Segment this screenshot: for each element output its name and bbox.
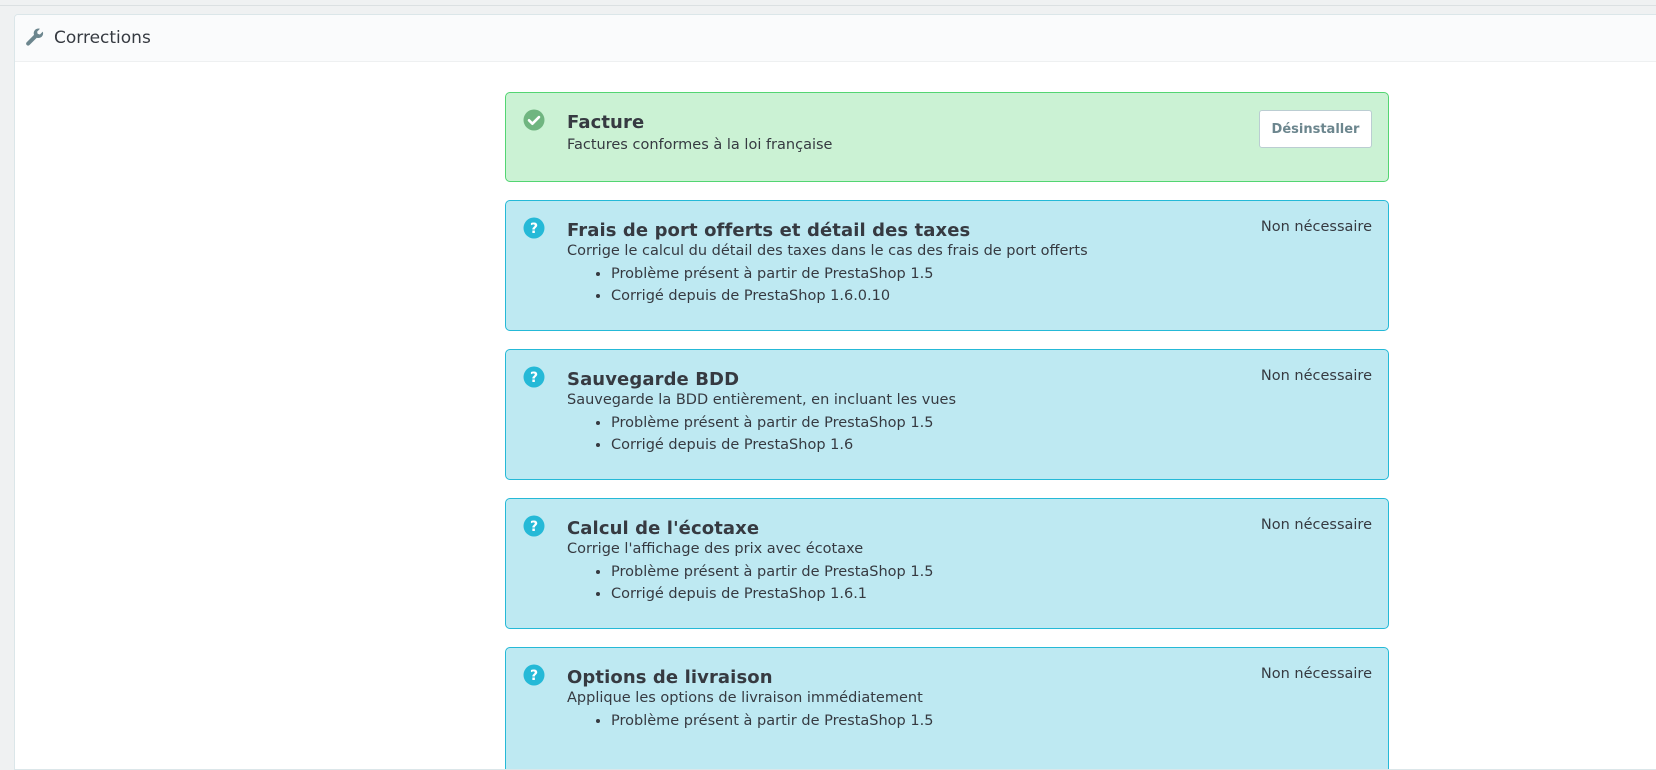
fix-details-list: Problème présent à partir de PrestaShop … [567, 710, 933, 732]
panel-title: Corrections [54, 28, 151, 48]
fix-facture: Facture Factures conformes à la loi fran… [505, 92, 1389, 182]
svg-text:?: ? [530, 668, 538, 684]
check-circle-icon [523, 109, 545, 131]
fix-description: Factures conformes à la loi française [567, 137, 833, 153]
list-item: Problème présent à partir de PrestaShop … [611, 263, 933, 285]
svg-text:?: ? [530, 221, 538, 237]
list-item: Corrigé depuis de PrestaShop 1.6.0.10 [611, 285, 933, 307]
fix-details-list: Problème présent à partir de PrestaShop … [567, 561, 933, 605]
fix-title: Calcul de l'écotaxe [567, 518, 760, 539]
fix-db-backup: ? Sauvegarde BDD Non nécessaire Sauvegar… [505, 349, 1389, 480]
question-circle-icon: ? [523, 515, 545, 537]
uninstall-button[interactable]: Désinstaller [1259, 110, 1372, 148]
list-item: Corrigé depuis de PrestaShop 1.6 [611, 434, 933, 456]
corrections-panel: Corrections Facture Factures conformes à… [14, 14, 1656, 770]
question-circle-icon: ? [523, 217, 545, 239]
fix-title: Sauvegarde BDD [567, 369, 740, 390]
fix-description: Applique les options de livraison immédi… [567, 690, 923, 706]
page-top-border [0, 0, 1656, 6]
fix-description: Corrige le calcul du détail des taxes da… [567, 243, 1088, 259]
list-item: Problème présent à partir de PrestaShop … [611, 412, 933, 434]
fix-description: Corrige l'affichage des prix avec écotax… [567, 541, 864, 557]
question-circle-icon: ? [523, 664, 545, 686]
fix-state: Non nécessaire [1260, 517, 1372, 533]
fix-ecotax: ? Calcul de l'écotaxe Non nécessaire Cor… [505, 498, 1389, 629]
fix-description: Sauvegarde la BDD entièrement, en inclua… [567, 392, 957, 408]
panel-heading: Corrections [15, 15, 1656, 62]
fix-title: Options de livraison [567, 667, 773, 688]
question-circle-icon: ? [523, 366, 545, 388]
fix-title: Facture [567, 112, 645, 133]
fix-free-shipping-taxes: ? Frais de port offerts et détail des ta… [505, 200, 1389, 331]
svg-text:?: ? [530, 370, 538, 386]
list-item: Problème présent à partir de PrestaShop … [611, 710, 933, 732]
wrench-icon [26, 28, 44, 46]
fix-delivery-options: ? Options de livraison Non nécessaire Ap… [505, 647, 1389, 769]
fix-title: Frais de port offerts et détail des taxe… [567, 220, 971, 241]
list-item: Problème présent à partir de PrestaShop … [611, 561, 933, 583]
svg-text:?: ? [530, 519, 538, 535]
fix-details-list: Problème présent à partir de PrestaShop … [567, 263, 933, 307]
fix-state: Non nécessaire [1260, 219, 1372, 235]
list-item: Corrigé depuis de PrestaShop 1.6.1 [611, 583, 933, 605]
fix-state: Non nécessaire [1260, 666, 1372, 682]
fix-details-list: Problème présent à partir de PrestaShop … [567, 412, 933, 456]
fix-state: Non nécessaire [1260, 368, 1372, 384]
